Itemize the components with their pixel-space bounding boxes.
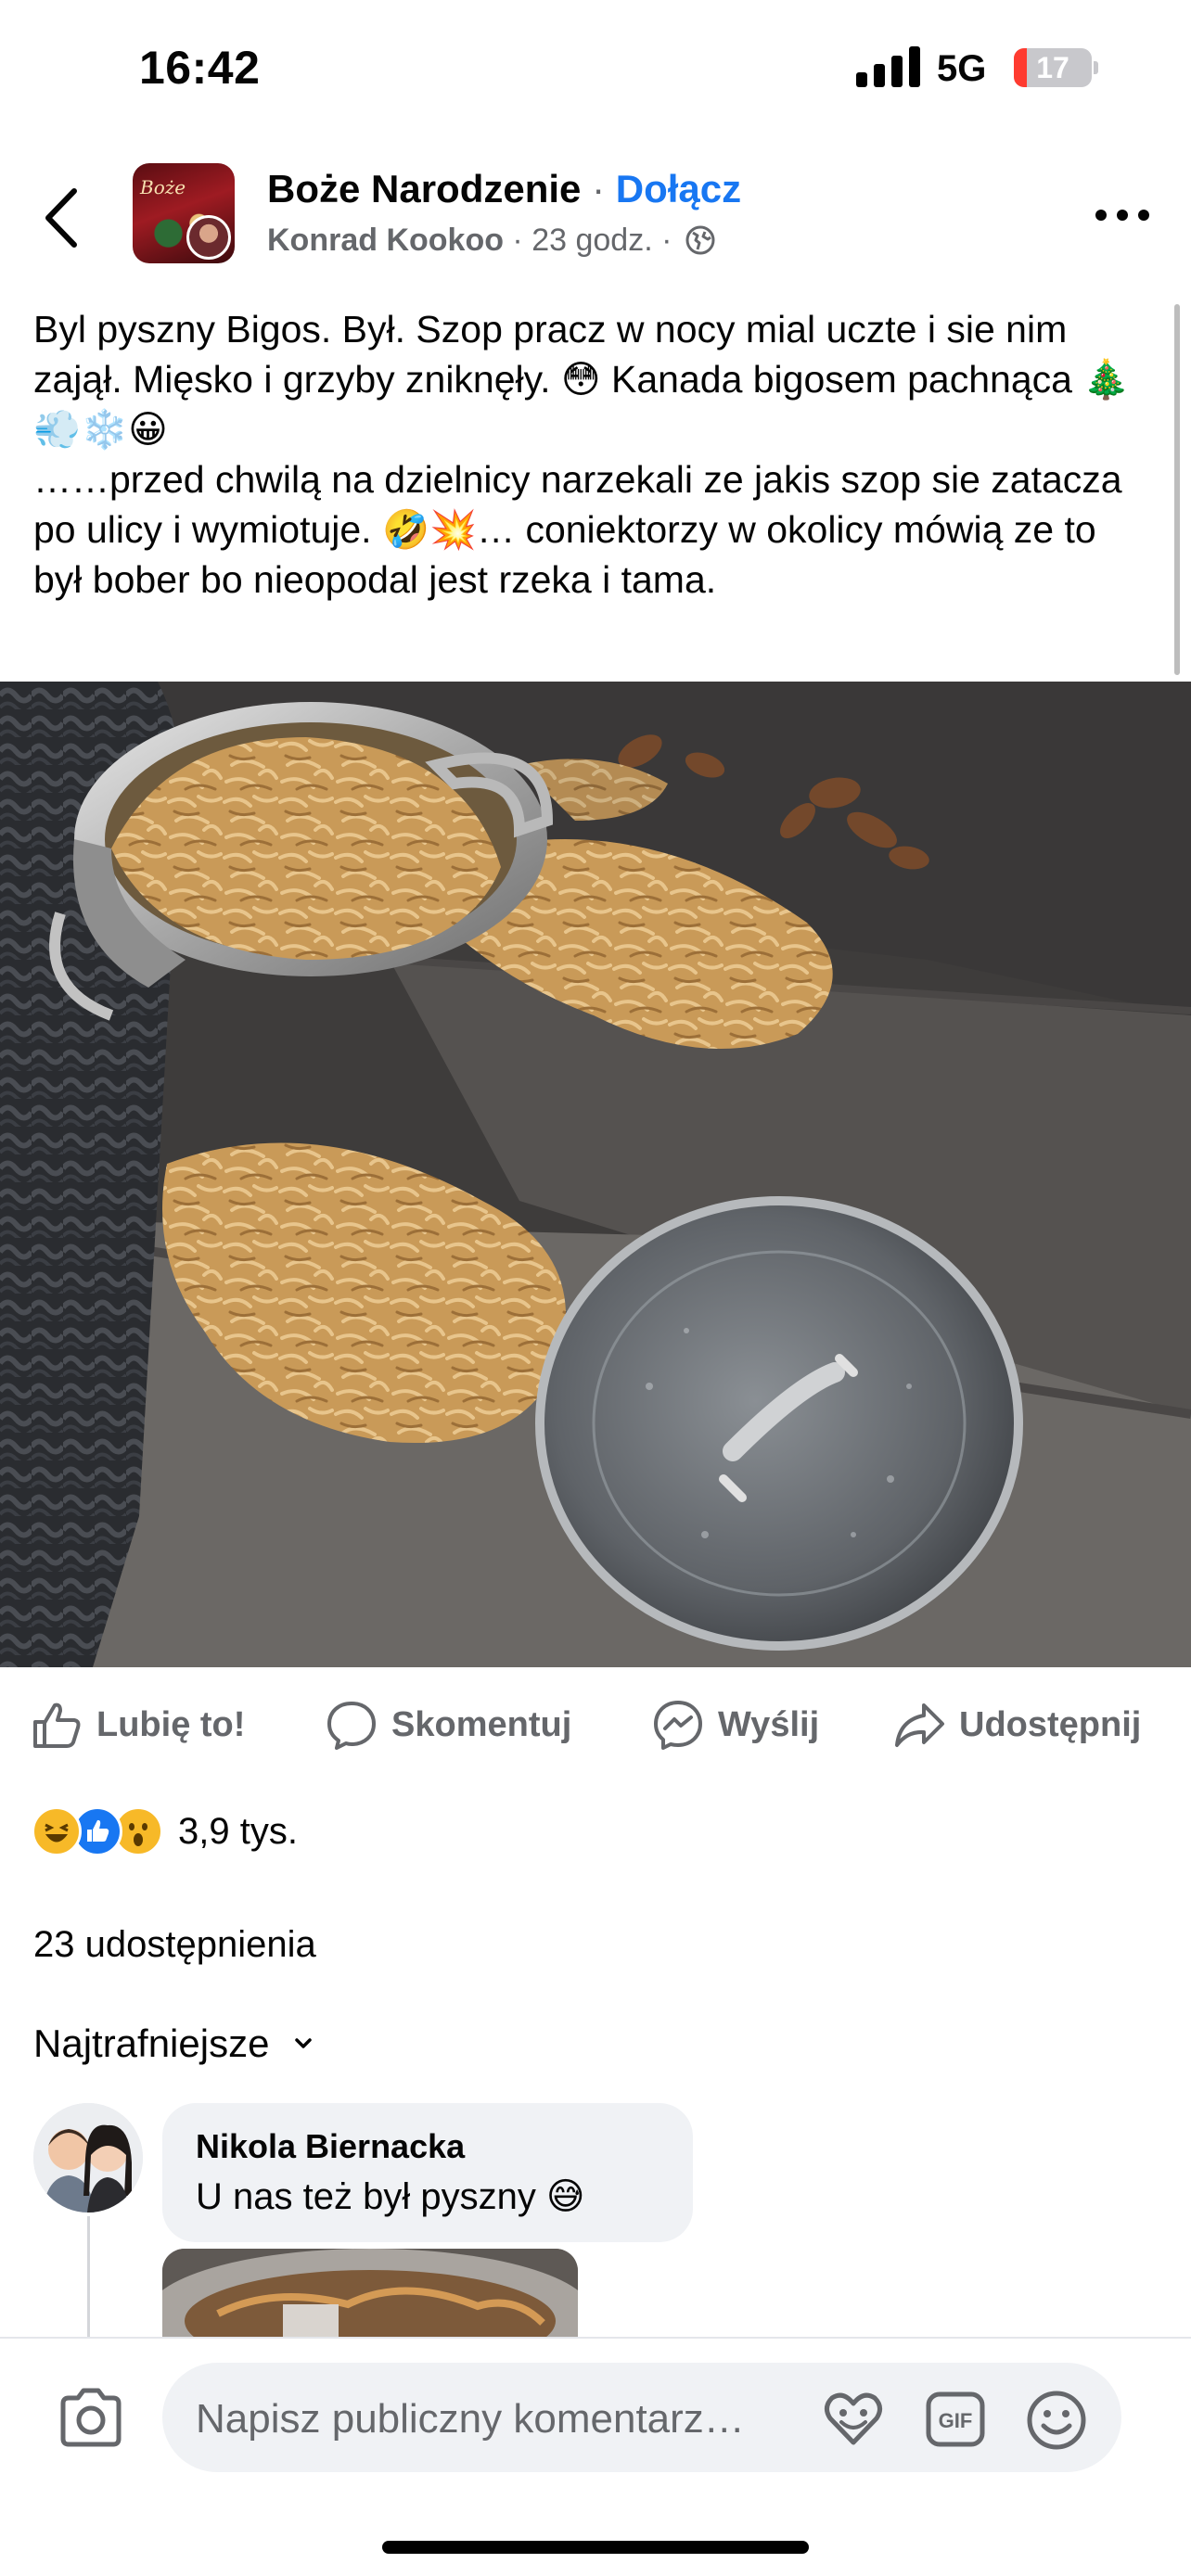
comment-button[interactable]: Skomentuj	[325, 1683, 571, 1766]
more-icon[interactable]	[1090, 197, 1155, 234]
author-avatar	[186, 215, 231, 260]
camera-icon[interactable]	[56, 2383, 126, 2454]
share-label: Udostępnij	[959, 1704, 1142, 1744]
gif-icon[interactable]: GIF	[925, 2391, 986, 2448]
comment-sort-dropdown[interactable]: Najtrafniejsze	[33, 2021, 315, 2066]
reactions-summary[interactable]: 3,9 tys.	[32, 1804, 298, 1859]
haha-reaction-icon	[32, 1806, 82, 1856]
post-photo[interactable]	[0, 682, 1191, 1667]
group-title: Boże Narodzenie · Dołącz	[267, 167, 741, 211]
battery-icon: 17	[1014, 48, 1098, 87]
like-label: Lubię to!	[96, 1704, 246, 1744]
globe-icon	[685, 225, 715, 255]
back-icon[interactable]	[35, 185, 91, 250]
post-text: Byl pyszny Bigos. Był. Szop pracz w nocy…	[33, 308, 1131, 601]
comment-label: Skomentuj	[391, 1704, 572, 1744]
photo-bigos-spilled	[0, 682, 1191, 1667]
like-icon	[33, 1702, 81, 1748]
share-button[interactable]: Udostępnij	[892, 1683, 1141, 1766]
post-header: Boże Boże Narodzenie · Dołącz Konrad Koo…	[0, 148, 1191, 278]
battery-level: 17	[1036, 51, 1069, 84]
sticker-icon[interactable]	[821, 2389, 886, 2448]
join-link[interactable]: Dołącz	[616, 167, 741, 210]
send-label: Wyślij	[718, 1704, 820, 1744]
shares-count[interactable]: 23 udostępnienia	[33, 1924, 316, 1966]
chevron-down-icon	[295, 2038, 313, 2048]
meta-separator: ·	[503, 223, 532, 258]
reaction-count: 3,9 tys.	[178, 1810, 298, 1852]
svg-text:GIF: GIF	[939, 2409, 973, 2432]
post-time[interactable]: 23 godz.	[531, 223, 652, 258]
meta-separator-2: ·	[652, 223, 681, 258]
signal-icon	[856, 46, 920, 87]
sort-label: Najtrafniejsze	[33, 2021, 270, 2065]
post-meta: Konrad Kookoo · 23 godz. ·	[267, 223, 716, 259]
network-type: 5G	[937, 48, 987, 89]
share-icon	[895, 1703, 944, 1747]
author-name[interactable]: Konrad Kookoo	[267, 223, 504, 258]
comment-image[interactable]	[162, 2249, 578, 2341]
title-separator: ·	[581, 167, 616, 210]
comment-bubble[interactable]: Nikola Biernacka U nas też był pyszny 😅	[162, 2103, 693, 2242]
commenter-avatar[interactable]	[33, 2103, 143, 2213]
comment-input[interactable]: Napisz publiczny komentarz… GIF	[162, 2363, 1121, 2472]
home-indicator[interactable]	[382, 2541, 809, 2554]
group-name-link[interactable]: Boże Narodzenie	[267, 167, 581, 210]
group-avatar[interactable]: Boże	[133, 163, 235, 263]
messenger-icon	[654, 1701, 702, 1750]
comment-input-placeholder: Napisz publiczny komentarz…	[196, 2396, 745, 2442]
comment-icon	[327, 1702, 376, 1750]
emoji-icon[interactable]	[1025, 2389, 1088, 2452]
avatar-logo-text: Boże	[140, 176, 186, 198]
comment-thread-line	[87, 2216, 90, 2337]
comment-text: U nas też był pyszny 😅	[196, 2176, 585, 2217]
scrollbar[interactable]	[1174, 304, 1180, 675]
post-action-bar: Lubię to! Skomentuj Wyślij Udostępnij	[0, 1683, 1191, 1766]
status-bar: 16:42 5G 17	[0, 0, 1191, 139]
status-time: 16:42	[139, 42, 261, 94]
comment-author[interactable]: Nikola Biernacka	[196, 2127, 465, 2166]
like-button[interactable]: Lubię to!	[30, 1683, 245, 1766]
send-button[interactable]: Wyślij	[651, 1683, 819, 1766]
